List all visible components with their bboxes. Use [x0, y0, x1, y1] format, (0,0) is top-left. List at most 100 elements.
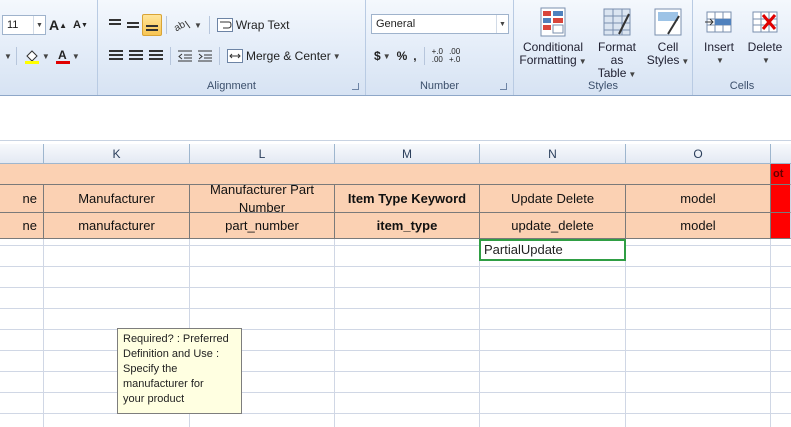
merge-cells-icon: [227, 49, 243, 63]
comma-button[interactable]: ,: [410, 45, 419, 67]
alignment-group: ab ▼ Wrap Text Merge & Center ▼ Alignmen…: [98, 0, 366, 95]
cell-styles-button[interactable]: Cell Styles ▼: [646, 6, 690, 68]
svg-text:A: A: [58, 48, 67, 62]
align-center-button[interactable]: [126, 45, 146, 67]
decrease-indent-icon: [178, 50, 192, 62]
font-color-icon: A: [55, 48, 70, 64]
decrease-decimal-bottom: +.0: [448, 55, 461, 64]
align-right-button[interactable]: [146, 45, 166, 67]
align-middle-button[interactable]: [124, 14, 142, 36]
table-cell[interactable]: ne: [0, 213, 44, 239]
column-header-p[interactable]: [771, 144, 791, 164]
decrease-decimal-button[interactable]: .00 +.0: [446, 45, 463, 67]
orientation-icon: ab: [174, 19, 191, 32]
column-header-o[interactable]: O: [626, 144, 771, 164]
number-format-value: General: [376, 18, 416, 30]
table-cell[interactable]: model: [626, 185, 771, 213]
table-cell[interactable]: Manufacturer Part Number: [190, 185, 335, 213]
insert-button[interactable]: Insert ▼: [697, 6, 741, 67]
separator: [15, 47, 17, 65]
conditional-formatting-label-2: Formatting: [519, 53, 577, 67]
conditional-formatting-button[interactable]: Conditional Formatting ▼: [518, 6, 588, 68]
table-cell[interactable]: part_number: [190, 213, 335, 239]
required-cell[interactable]: [771, 185, 791, 213]
delete-button[interactable]: Delete ▼: [743, 6, 787, 67]
format-as-table-label-2: as Table: [597, 53, 627, 80]
column-header-m[interactable]: M: [335, 144, 480, 164]
increase-decimal-bottom: .00: [431, 55, 443, 64]
column-header-l[interactable]: L: [190, 144, 335, 164]
required-cell[interactable]: ot: [771, 164, 791, 185]
cells-group: Insert ▼ Delete ▼ Cells: [693, 0, 791, 95]
format-as-table-icon: [603, 8, 631, 36]
column-header-k[interactable]: K: [44, 144, 190, 164]
cells-group-label: Cells: [729, 80, 755, 92]
cell-styles-label-2: Styles: [646, 53, 680, 67]
table-cell[interactable]: model: [626, 213, 771, 239]
align-left-button[interactable]: [106, 45, 126, 67]
ribbon: 11 ▼ A ▲ A ▼ ▼ ▼ A ▼ ab ▼ Wrap Text Merg…: [0, 0, 791, 96]
increase-indent-button[interactable]: [195, 45, 215, 67]
dialog-launcher-icon[interactable]: [500, 83, 507, 90]
separator: [166, 16, 167, 34]
styles-group-label: Styles: [588, 80, 618, 92]
font-size-combo[interactable]: 11 ▼: [2, 15, 46, 35]
separator: [423, 47, 425, 65]
alignment-group-label: Alignment: [207, 80, 256, 92]
separator: [170, 47, 171, 65]
required-cell[interactable]: [771, 213, 791, 239]
delete-label: Delete: [747, 40, 783, 54]
dialog-launcher-icon[interactable]: [352, 83, 359, 90]
merge-center-label: Merge & Center: [246, 49, 331, 63]
wrap-text-label: Wrap Text: [235, 18, 290, 32]
cell-comment: Required? : Preferred Definition and Use…: [117, 328, 242, 414]
decrease-indent-button[interactable]: [175, 45, 195, 67]
format-as-table-button[interactable]: Format as Table ▼: [590, 6, 644, 81]
styles-group: Conditional Formatting ▼ Format as Table ▼…: [514, 0, 693, 95]
currency-button[interactable]: $ ▼: [371, 45, 394, 67]
table-cell[interactable]: Item Type Keyword: [335, 185, 480, 213]
column-header-j[interactable]: [0, 144, 44, 164]
font-group: 11 ▼ A ▲ A ▼ ▼ ▼ A ▼: [0, 0, 98, 95]
column-header-n[interactable]: N: [480, 144, 626, 164]
table-cell[interactable]: item_type: [335, 213, 480, 239]
percent-button[interactable]: %: [394, 45, 411, 67]
conditional-formatting-icon: [540, 7, 566, 37]
formula-area: [0, 96, 791, 141]
number-group-label: Number: [419, 80, 460, 92]
table-cell[interactable]: update_delete: [480, 213, 626, 239]
chevron-down-icon[interactable]: ▼: [4, 52, 12, 61]
font-size-value: 11: [7, 19, 19, 31]
table-cell[interactable]: manufacturer: [44, 213, 190, 239]
increase-decimal-button[interactable]: +.0 .00: [429, 45, 446, 67]
number-group: General ▼ $ ▼ % , +.0 .00 .00 +.0 Number: [366, 0, 514, 95]
cell-styles-icon: [654, 8, 682, 36]
separator: [208, 16, 210, 34]
header-band-row[interactable]: [0, 164, 771, 185]
insert-label: Insert: [703, 40, 734, 54]
fill-color-button[interactable]: ▼: [21, 45, 53, 67]
increase-indent-icon: [198, 50, 212, 62]
svg-text:ab: ab: [174, 19, 188, 32]
paint-bucket-icon: [24, 50, 39, 64]
wrap-text-button[interactable]: Wrap Text: [214, 14, 293, 36]
font-color-button[interactable]: A ▼: [53, 45, 83, 67]
chevron-down-icon[interactable]: ▼: [33, 16, 45, 34]
active-cell[interactable]: PartialUpdate: [479, 239, 626, 261]
shrink-font-button[interactable]: A ▼: [70, 14, 91, 36]
table-cell[interactable]: Manufacturer: [44, 185, 190, 213]
grow-font-button[interactable]: A ▲: [46, 14, 70, 36]
align-bottom-button[interactable]: [142, 14, 162, 36]
align-top-button[interactable]: [106, 14, 124, 36]
chevron-down-icon[interactable]: ▼: [496, 15, 508, 33]
table-cell[interactable]: Update Delete: [480, 185, 626, 213]
table-cell[interactable]: ne: [0, 185, 44, 213]
number-format-combo[interactable]: General ▼: [371, 14, 509, 34]
wrap-text-icon: [216, 18, 233, 32]
cell-text-line: Number: [238, 200, 286, 213]
orientation-button[interactable]: ab ▼: [171, 14, 205, 36]
cell-text-line: Manufacturer Part: [209, 185, 315, 197]
delete-cells-icon: [752, 11, 778, 33]
separator: [219, 47, 220, 65]
merge-center-button[interactable]: Merge & Center ▼: [224, 45, 344, 67]
